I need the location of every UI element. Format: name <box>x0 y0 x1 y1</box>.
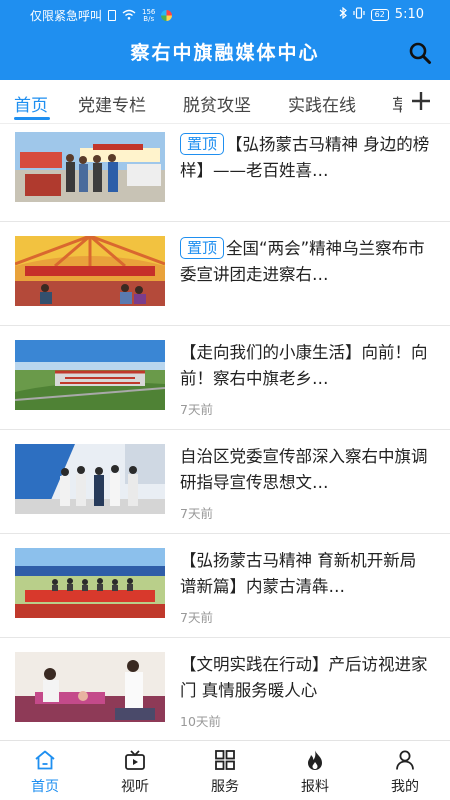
nav-profile[interactable]: 我的 <box>360 741 450 800</box>
pinned-badge: 置顶 <box>180 237 225 259</box>
list-item[interactable]: 置顶 【弘扬蒙古马精神 身边的榜样】——老百姓喜… <box>0 118 450 222</box>
nav-report[interactable]: 报料 <box>270 741 360 800</box>
list-item[interactable]: 【走向我们的小康生活】向前！向前！察右中旗老乡… 7天前 <box>0 326 450 430</box>
nav-video-label: 视听 <box>121 779 149 795</box>
pinned-badge: 置顶 <box>180 133 225 155</box>
news-thumbnail <box>15 132 165 202</box>
news-title: 置顶 全国“两会”精神乌兰察布市委宣讲团走进察右… <box>180 236 432 288</box>
app-header: 仅限紧急呼叫 156 B/s 62 5:10 察右中旗融媒体中心 <box>0 0 450 80</box>
status-bar: 仅限紧急呼叫 156 B/s 62 5:10 <box>0 0 450 30</box>
tab-home[interactable]: 首页 <box>14 91 48 116</box>
nav-home-label: 首页 <box>31 779 59 795</box>
nav-report-label: 报料 <box>301 779 329 795</box>
search-icon[interactable] <box>408 41 432 65</box>
news-time: 7天前 <box>180 506 213 521</box>
news-time: 7天前 <box>180 402 213 417</box>
news-time: 7天前 <box>180 610 213 625</box>
network-speed-unit: B/s <box>143 14 155 23</box>
list-item[interactable]: 置顶 全国“两会”精神乌兰察布市委宣讲团走进察右… <box>0 222 450 326</box>
video-icon <box>125 750 145 770</box>
plus-icon[interactable] <box>410 90 432 112</box>
news-time: 10天前 <box>180 714 221 729</box>
news-thumbnail <box>15 652 165 722</box>
wifi-icon <box>122 9 136 23</box>
list-item[interactable]: 自治区党委宣传部深入察右中旗调研指导宣传思想文… 7天前 <box>0 430 450 534</box>
fire-icon <box>308 750 322 770</box>
nav-services-label: 服务 <box>211 779 239 795</box>
news-thumbnail <box>15 548 165 618</box>
home-icon <box>35 750 55 770</box>
carrier-text: 仅限紧急呼叫 <box>30 9 103 23</box>
vibrate-icon <box>353 7 365 22</box>
bottom-nav: 首页 视听 服务 报料 我的 <box>0 740 450 800</box>
news-title: 【走向我们的小康生活】向前！向前！察右中旗老乡… <box>180 343 428 388</box>
clock: 5:10 <box>394 7 424 22</box>
list-item[interactable]: 【弘扬蒙古马精神 育新机开新局谱新篇】内蒙古清犇… 7天前 <box>0 534 450 638</box>
news-thumbnail <box>15 236 165 306</box>
news-thumbnail <box>15 340 165 410</box>
nav-services[interactable]: 服务 <box>180 741 270 800</box>
news-thumbnail <box>15 444 165 514</box>
battery-icon: 62 <box>370 8 389 21</box>
page-title: 察右中旗融媒体中心 <box>130 42 320 64</box>
sim-icon <box>108 10 117 21</box>
nav-video[interactable]: 视听 <box>90 741 180 800</box>
grid-icon <box>215 750 235 770</box>
user-icon <box>396 750 414 770</box>
list-item[interactable]: 【文明实践在行动】产后访视进家门 真情服务暖人心 10天前 <box>0 638 450 742</box>
nav-profile-label: 我的 <box>391 779 419 795</box>
bluetooth-icon <box>339 6 347 22</box>
network-speed: 156 B/s <box>142 8 155 23</box>
tab-party-building[interactable]: 党建专栏 <box>78 91 146 116</box>
app-notification-icon <box>161 10 173 21</box>
news-title: 置顶 【弘扬蒙古马精神 身边的榜样】——老百姓喜… <box>180 132 432 184</box>
news-title: 【弘扬蒙古马精神 育新机开新局谱新篇】内蒙古清犇… <box>180 551 417 596</box>
tab-practice-online[interactable]: 实践在线 <box>288 91 356 116</box>
news-title: 自治区党委宣传部深入察右中旗调研指导宣传思想文… <box>180 447 428 492</box>
news-title: 【文明实践在行动】产后访视进家门 真情服务暖人心 <box>180 655 428 700</box>
nav-home[interactable]: 首页 <box>0 741 90 800</box>
tab-poverty-alleviation[interactable]: 脱贫攻坚 <box>183 91 251 116</box>
